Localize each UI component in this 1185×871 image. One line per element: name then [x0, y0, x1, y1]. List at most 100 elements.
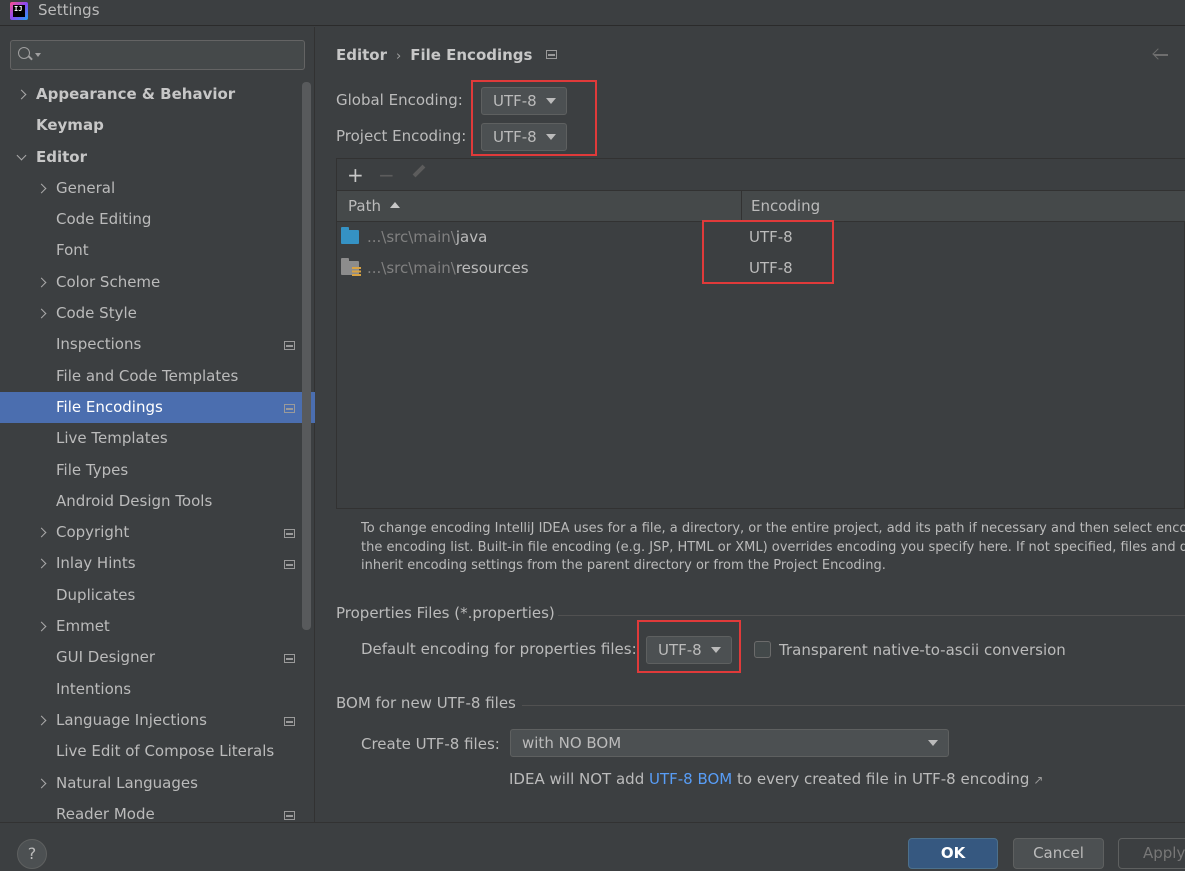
sidebar-item-file-and-code-templates[interactable]: File and Code Templates [0, 361, 302, 392]
project-scope-icon [284, 654, 295, 664]
edit-pencil-icon[interactable] [412, 164, 426, 178]
highlight-box [637, 620, 741, 673]
sidebar-item-android-design-tools[interactable]: Android Design Tools [0, 486, 302, 517]
sidebar-item-live-edit-of-compose-literals[interactable]: Live Edit of Compose Literals [0, 736, 302, 767]
help-button[interactable]: ? [17, 839, 47, 869]
chevron-right-icon[interactable] [36, 173, 48, 204]
sidebar-item-copyright[interactable]: Copyright [0, 517, 302, 548]
sort-ascending-icon[interactable] [390, 202, 400, 208]
bom-note-text: to every created file in UTF-8 encoding [732, 770, 1030, 788]
project-scope-icon [284, 810, 295, 820]
transparent-conversion-label[interactable]: Transparent native-to-ascii conversion [779, 641, 1066, 659]
breadcrumb-separator: › [396, 49, 402, 64]
sidebar-item-natural-languages[interactable]: Natural Languages [0, 768, 302, 799]
path-column-header[interactable]: Path [348, 197, 381, 215]
project-scope-icon [284, 403, 295, 413]
chevron-right-icon[interactable] [36, 298, 48, 329]
breadcrumb-current: File Encodings [410, 46, 533, 64]
chevron-down-icon[interactable] [16, 142, 28, 173]
search-history-dropdown-icon[interactable] [35, 53, 41, 57]
sidebar-item-gui-designer[interactable]: GUI Designer [0, 642, 302, 673]
sidebar-item-label: Duplicates [56, 585, 136, 604]
sidebar-item-editor[interactable]: Editor [0, 142, 302, 173]
sidebar-item-label: File and Code Templates [56, 366, 239, 385]
external-link-icon[interactable]: ↗ [1033, 773, 1043, 787]
column-divider[interactable] [741, 191, 742, 222]
sidebar-item-duplicates[interactable]: Duplicates [0, 580, 302, 611]
project-scope-icon [284, 560, 295, 570]
title-bar: IJ Settings [0, 0, 1185, 26]
sidebar-item-keymap[interactable]: Keymap [0, 110, 302, 141]
sidebar-item-color-scheme[interactable]: Color Scheme [0, 267, 302, 298]
chevron-right-icon[interactable] [36, 548, 48, 579]
sidebar-item-inlay-hints[interactable]: Inlay Hints [0, 548, 302, 579]
sidebar-item-inspections[interactable]: Inspections [0, 329, 302, 360]
bom-section-title: BOM for new UTF-8 files [336, 694, 516, 712]
bom-note: IDEA will NOT add UTF-8 BOM to every cre… [509, 770, 1043, 788]
bom-note-text: IDEA will NOT add [509, 770, 649, 788]
settings-tree: Appearance & Behavior Keymap Editor General… [0, 79, 315, 830]
sidebar-item-font[interactable]: Font [0, 235, 302, 266]
path-encoding-table: + − Path Encoding ...\src\main\java UTF-… [336, 158, 1185, 509]
remove-icon[interactable]: − [378, 165, 395, 185]
sidebar-scrollbar[interactable] [302, 82, 311, 630]
help-line: To change encoding IntelliJ IDEA uses fo… [361, 521, 1185, 536]
sidebar-item-appearance-behavior[interactable]: Appearance & Behavior [0, 79, 302, 110]
chevron-right-icon[interactable] [36, 705, 48, 736]
sidebar-item-label: Language Injections [56, 710, 207, 729]
path-cell: ...\src\main\java [367, 228, 487, 246]
settings-search-input[interactable] [10, 40, 305, 70]
path-prefix: ...\src\main\ [367, 259, 456, 277]
breadcrumb-parent[interactable]: Editor [336, 46, 387, 64]
sidebar-item-code-style[interactable]: Code Style [0, 298, 302, 329]
ok-button[interactable]: OK [908, 838, 998, 869]
back-arrow-icon[interactable] [1152, 47, 1168, 63]
table-toolbar: + − [337, 159, 1185, 191]
sidebar-item-language-injections[interactable]: Language Injections [0, 705, 302, 736]
sidebar-item-label: Appearance & Behavior [36, 85, 236, 103]
sidebar-item-label: File Types [56, 460, 129, 479]
sidebar-item-general[interactable]: General [0, 173, 302, 204]
project-scope-icon [284, 716, 295, 726]
bom-create-combo[interactable]: with NO BOM [510, 729, 949, 757]
dialog-button-bar: ? OK Cancel Apply [0, 822, 1185, 871]
project-scope-icon [284, 529, 295, 539]
sidebar-item-file-types[interactable]: File Types [0, 455, 302, 486]
chevron-right-icon[interactable] [36, 267, 48, 298]
sidebar-item-intentions[interactable]: Intentions [0, 674, 302, 705]
encoding-column-header[interactable]: Encoding [751, 197, 820, 215]
sidebar-item-emmet[interactable]: Emmet [0, 611, 302, 642]
apply-button[interactable]: Apply [1118, 838, 1185, 869]
chevron-right-icon[interactable] [36, 768, 48, 799]
search-icon [18, 47, 30, 59]
chevron-right-icon[interactable] [16, 79, 28, 110]
sidebar-item-label: Natural Languages [56, 773, 198, 792]
source-folder-icon [341, 227, 359, 244]
sidebar-item-label: GUI Designer [56, 648, 155, 667]
project-scope-icon [546, 50, 558, 59]
section-divider [522, 705, 1185, 706]
properties-section-title: Properties Files (*.properties) [336, 604, 555, 622]
sidebar-item-label: Copyright [56, 523, 130, 542]
bom-link[interactable]: UTF-8 BOM [649, 770, 732, 788]
path-name: java [455, 228, 488, 246]
chevron-right-icon[interactable] [36, 517, 48, 548]
sidebar-item-label: Font [56, 241, 89, 260]
chevron-right-icon[interactable] [36, 611, 48, 642]
chevron-down-icon [928, 740, 938, 746]
transparent-conversion-checkbox[interactable] [754, 641, 771, 658]
help-line: inherit encoding settings from the paren… [361, 558, 886, 573]
sidebar-item-file-encodings[interactable]: File Encodings [0, 391, 315, 424]
sidebar-item-label: Color Scheme [56, 272, 161, 291]
add-icon[interactable]: + [347, 165, 364, 185]
bom-create-label: Create UTF-8 files: [361, 735, 500, 753]
cancel-button[interactable]: Cancel [1013, 838, 1104, 869]
path-prefix: ...\src\main\ [367, 228, 456, 246]
sidebar-item-code-editing[interactable]: Code Editing [0, 204, 302, 235]
project-encoding-label: Project Encoding: [336, 127, 467, 145]
sidebar-item-live-templates[interactable]: Live Templates [0, 423, 302, 454]
section-divider [558, 615, 1185, 616]
intellij-app-icon: IJ [10, 2, 28, 20]
properties-default-label: Default encoding for properties files: [361, 640, 637, 658]
encoding-help-text: To change encoding IntelliJ IDEA uses fo… [361, 520, 1185, 576]
